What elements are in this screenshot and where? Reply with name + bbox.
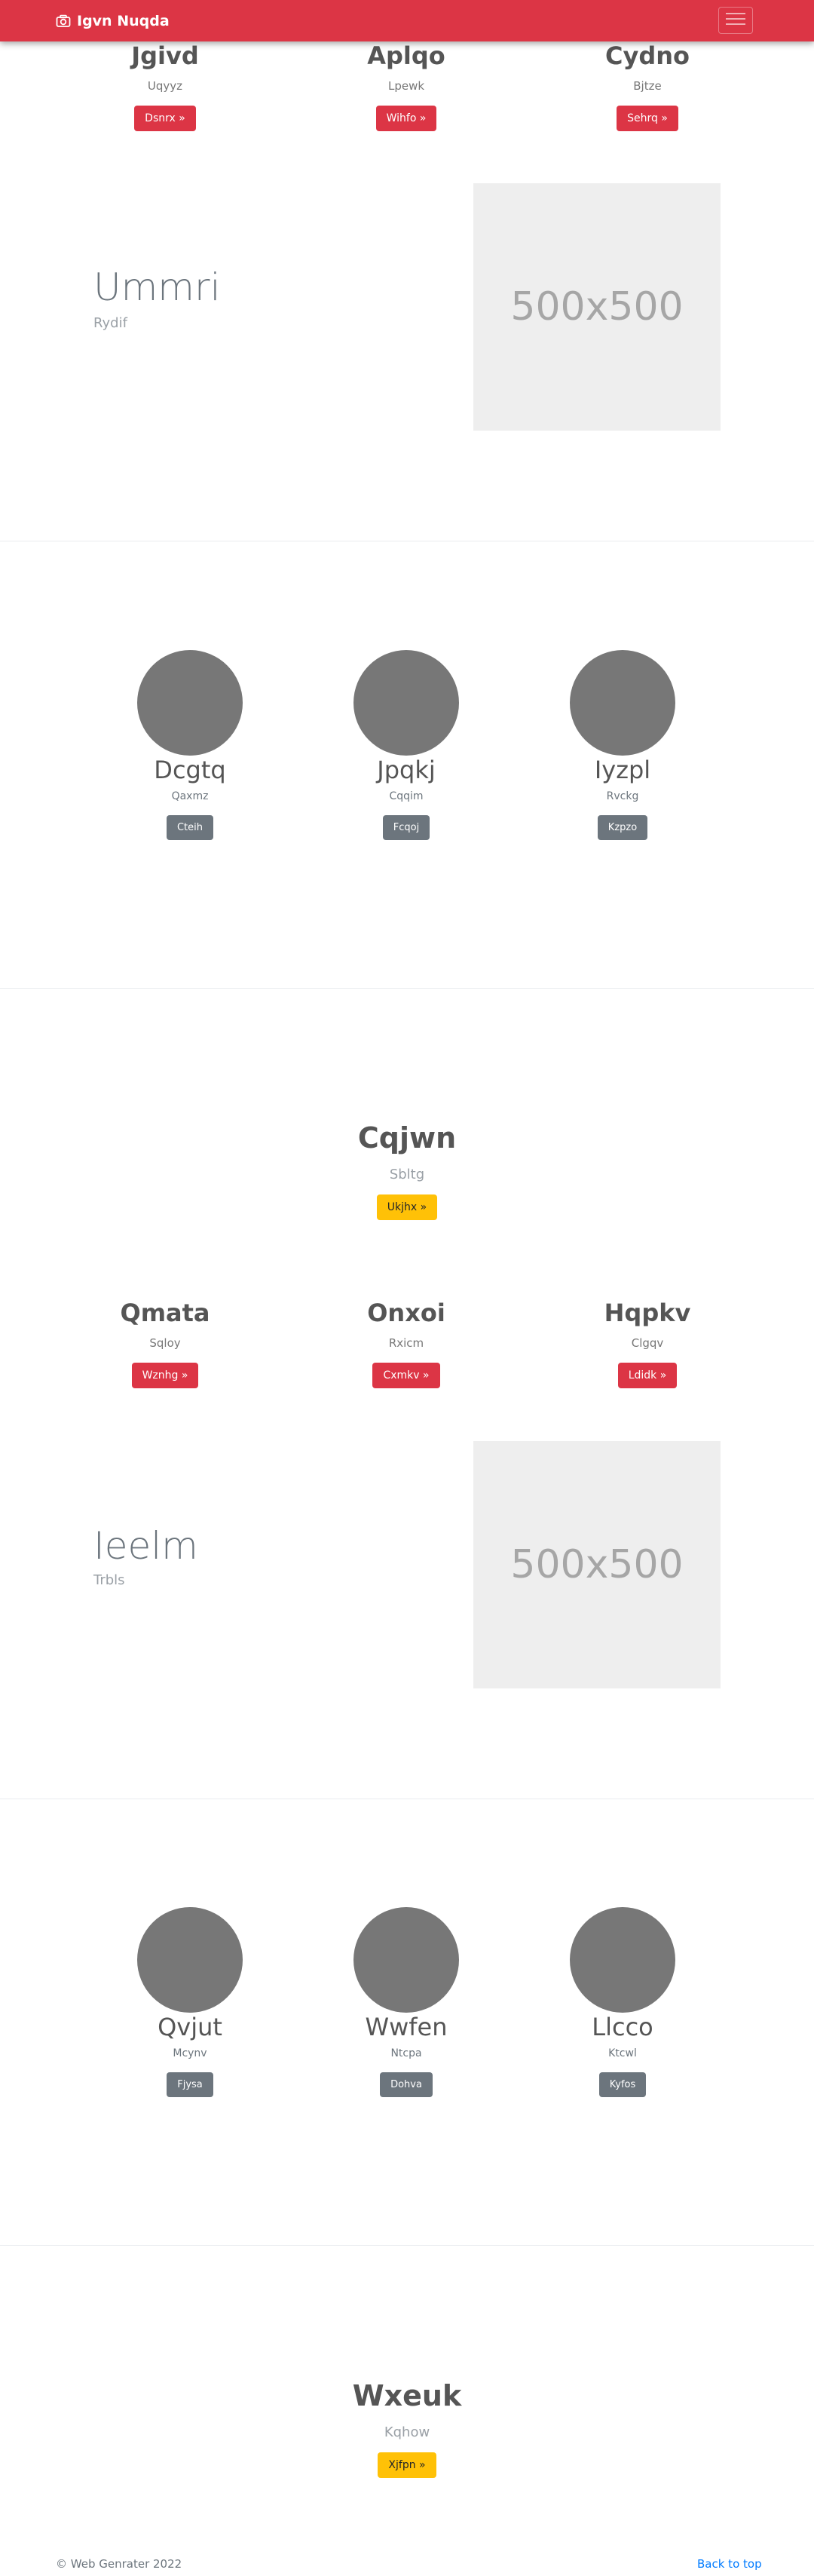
column-title: Qmata	[120, 1299, 210, 1327]
navbar-toggler-button[interactable]	[718, 7, 753, 34]
cta-subheading: Kqhow	[384, 2424, 430, 2440]
column: Onxoi Rxicm Cxmkv »	[293, 1299, 519, 1389]
column-subtitle: Lpewk	[387, 79, 425, 94]
avatar	[570, 1907, 675, 2013]
profile-name: Llcco	[592, 2013, 653, 2041]
navbar-brand[interactable]: Igvn Nuqda	[56, 0, 170, 41]
avatar	[137, 1907, 243, 2013]
feature-heading: Ummri	[93, 265, 221, 309]
hamburger-menu-icon	[726, 11, 745, 29]
profile-subtitle: Qaxmz	[171, 790, 209, 803]
profile-button[interactable]: Dohva	[380, 2072, 433, 2098]
column-title: Cydno	[604, 41, 690, 70]
column-subtitle: Rxicm	[388, 1336, 424, 1351]
profile-button[interactable]: Fcqoj	[382, 815, 430, 841]
column-button[interactable]: Ldidk »	[617, 1363, 678, 1389]
feature-heading: Ieelm	[93, 1524, 198, 1568]
column-button[interactable]: Wznhg »	[131, 1363, 199, 1389]
column-button[interactable]: Cxmkv »	[372, 1363, 440, 1389]
profile-card: Wwfen Ntcpa Dohva	[316, 1907, 497, 2098]
profile-card: Iyzpl Rvckg Kzpzo	[532, 650, 713, 841]
column-subtitle: Sqloy	[149, 1336, 181, 1351]
column-subtitle: Clgqv	[631, 1336, 664, 1351]
profile-card: Qvjut Mcynv Fjysa	[99, 1907, 280, 2098]
column-button[interactable]: Sehrq »	[617, 106, 678, 132]
placeholder-label: 500x500	[510, 1542, 684, 1587]
profile-button[interactable]: Kyfos	[598, 2072, 647, 2098]
profile-name: Dcgtq	[154, 756, 226, 784]
column-title: Aplqo	[367, 41, 445, 70]
feature-subheading: Rydif	[93, 315, 127, 331]
profile-subtitle: Cqqim	[389, 790, 424, 803]
call-to-action: Wxeuk Kqhow Xjfpn »	[0, 2379, 814, 2478]
cta-subheading: Sbltg	[389, 1166, 425, 1182]
profile-button[interactable]: Fjysa	[167, 2072, 213, 2098]
feature-image-placeholder: 500x500	[473, 1441, 721, 1688]
cta-button[interactable]: Xjfpn »	[378, 2452, 436, 2478]
back-to-top-link[interactable]: Back to top	[697, 2557, 762, 2571]
avatar	[353, 1907, 459, 2013]
profile-card: Llcco Ktcwl Kyfos	[532, 1907, 713, 2098]
column-subtitle: Uqyyz	[147, 79, 183, 94]
footer-copyright: © Web Genrater 2022	[56, 2557, 182, 2571]
feature-image-placeholder: 500x500	[473, 183, 721, 431]
avatar	[570, 650, 675, 756]
profile-name: Iyzpl	[594, 756, 651, 784]
avatar	[137, 650, 243, 756]
profile-button[interactable]: Cteih	[166, 815, 214, 841]
placeholder-label: 500x500	[510, 284, 684, 330]
avatar	[353, 650, 459, 756]
profile-card: Jpqkj Cqqim Fcqoj	[316, 650, 497, 841]
profile-card: Dcgtq Qaxmz Cteih	[99, 650, 280, 841]
column-button[interactable]: Dsnrx »	[134, 106, 196, 132]
cta-heading: Wxeuk	[352, 2379, 462, 2412]
section-divider	[0, 2245, 814, 2246]
cta-heading: Cqjwn	[357, 1121, 457, 1155]
column-title: Onxoi	[367, 1299, 445, 1327]
brand-label: Igvn Nuqda	[77, 12, 170, 29]
column: Cydno Bjtze Sehrq »	[534, 41, 760, 132]
feature-subheading: Trbls	[93, 1572, 125, 1588]
profile-name: Wwfen	[365, 2013, 448, 2041]
profile-subtitle: Ktcwl	[608, 2047, 637, 2060]
profile-subtitle: Mcynv	[173, 2047, 207, 2060]
column-title: Jgivd	[131, 41, 199, 70]
cta-button[interactable]: Ukjhx »	[376, 1194, 438, 1220]
section-divider	[0, 988, 814, 989]
column: Hqpkv Clgqv Ldidk »	[534, 1299, 760, 1389]
navbar: Igvn Nuqda	[0, 0, 814, 41]
profile-button[interactable]: Kzpzo	[597, 815, 648, 841]
column: Aplqo Lpewk Wihfo »	[293, 41, 519, 132]
profile-name: Jpqkj	[377, 756, 436, 784]
profile-subtitle: Ntcpa	[390, 2047, 422, 2060]
call-to-action: Cqjwn Sbltg Ukjhx »	[0, 1121, 814, 1220]
column: Jgivd Uqyyz Dsnrx »	[52, 41, 278, 132]
profile-name: Qvjut	[158, 2013, 222, 2041]
column-button[interactable]: Wihfo »	[375, 106, 437, 132]
column-subtitle: Bjtze	[633, 79, 662, 94]
camera-icon	[56, 14, 71, 28]
column-title: Hqpkv	[604, 1299, 691, 1327]
profile-subtitle: Rvckg	[606, 790, 639, 803]
column: Qmata Sqloy Wznhg »	[52, 1299, 278, 1389]
